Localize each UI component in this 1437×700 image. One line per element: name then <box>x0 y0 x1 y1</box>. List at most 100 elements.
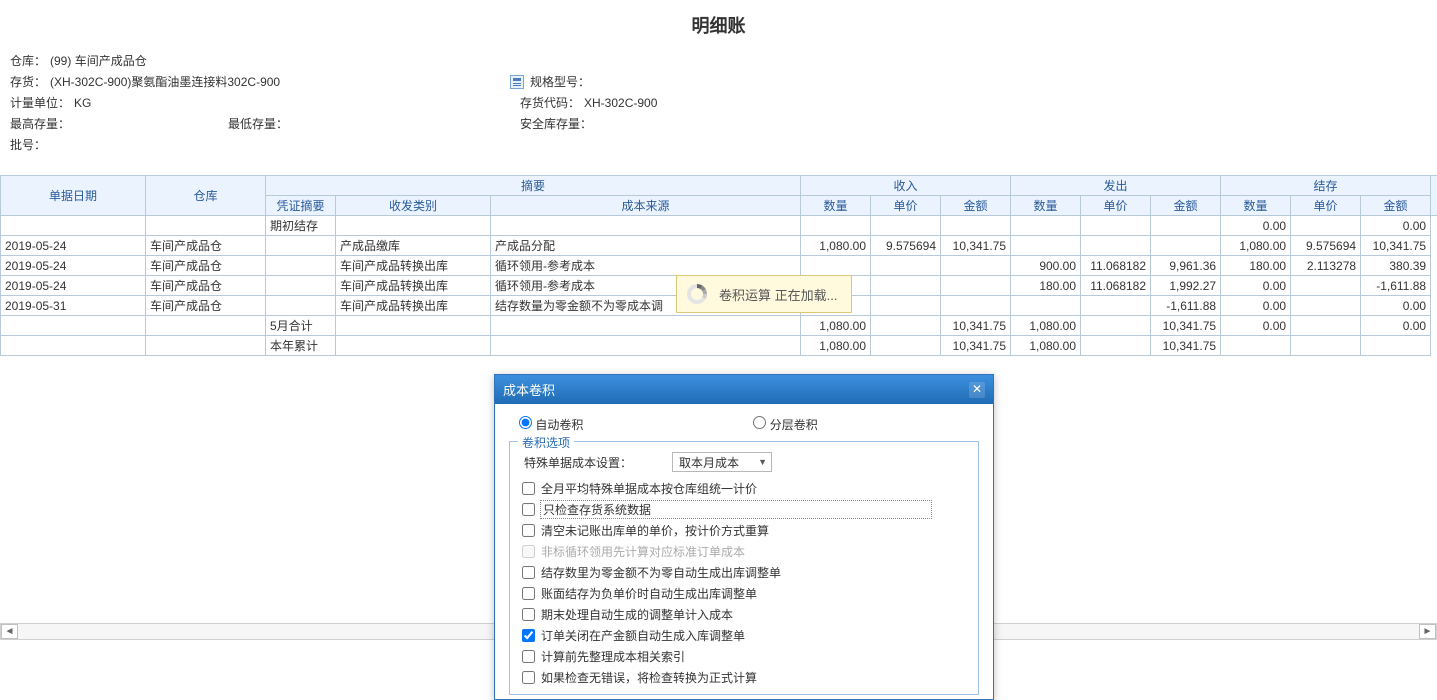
option-row-9[interactable]: 如果检查无错误，将检查转换为正式计算 <box>522 667 966 688</box>
cell-bala[interactable]: 0.00 <box>1361 296 1431 316</box>
cell-balp[interactable]: 9.575694 <box>1291 236 1361 256</box>
option-checkbox-5[interactable] <box>522 587 535 600</box>
cell-balq[interactable] <box>1221 336 1291 356</box>
cell-inq[interactable]: 1,080.00 <box>801 236 871 256</box>
col-in-qty[interactable]: 数量 <box>801 196 871 216</box>
cell-ina[interactable]: 10,341.75 <box>941 316 1011 336</box>
option-row-7[interactable]: 订单关闭在产金额自动生成入库调整单 <box>522 625 966 646</box>
cell-vch[interactable] <box>266 296 336 316</box>
col-sendrecv[interactable]: 收发类别 <box>336 196 491 216</box>
radio-layer[interactable]: 分层卷积 <box>753 416 817 433</box>
cell-outa[interactable]: 1,992.27 <box>1151 276 1221 296</box>
col-out-amount[interactable]: 金额 <box>1151 196 1221 216</box>
cell-srt[interactable]: 产成品缴库 <box>336 236 491 256</box>
cell-src[interactable] <box>491 336 801 356</box>
cell-inq[interactable] <box>801 216 871 236</box>
cell-inp[interactable] <box>871 216 941 236</box>
cell-bala[interactable] <box>1361 336 1431 356</box>
col-bal-price[interactable]: 单价 <box>1291 196 1361 216</box>
cell-bala[interactable]: 380.39 <box>1361 256 1431 276</box>
cell-wh[interactable]: 车间产成品仓 <box>146 276 266 296</box>
cell-outp[interactable] <box>1081 236 1151 256</box>
cell-outp[interactable] <box>1081 336 1151 356</box>
cell-outp[interactable]: 11.068182 <box>1081 276 1151 296</box>
cell-vch[interactable] <box>266 276 336 296</box>
cell-date[interactable] <box>1 316 146 336</box>
col-in-amount[interactable]: 金额 <box>941 196 1011 216</box>
cell-inp[interactable] <box>871 296 941 316</box>
cell-date[interactable]: 2019-05-24 <box>1 256 146 276</box>
option-row-5[interactable]: 账面结存为负单价时自动生成出库调整单 <box>522 583 966 604</box>
cell-src[interactable]: 循环领用-参考成本 <box>491 256 801 276</box>
table-row[interactable]: 5月合计1,080.0010,341.751,080.0010,341.750.… <box>1 316 1437 336</box>
cell-outq[interactable] <box>1011 296 1081 316</box>
cell-balp[interactable] <box>1291 216 1361 236</box>
col-out-qty[interactable]: 数量 <box>1011 196 1081 216</box>
radio-auto[interactable]: 自动卷积 <box>519 416 583 433</box>
cell-date[interactable]: 2019-05-31 <box>1 296 146 316</box>
cell-inp[interactable] <box>871 276 941 296</box>
cell-wh[interactable]: 车间产成品仓 <box>146 256 266 276</box>
cell-outa[interactable] <box>1151 236 1221 256</box>
cell-srt[interactable]: 车间产成品转换出库 <box>336 256 491 276</box>
cell-outp[interactable] <box>1081 316 1151 336</box>
cell-bala[interactable]: -1,611.88 <box>1361 276 1431 296</box>
cell-inp[interactable] <box>871 336 941 356</box>
option-checkbox-1[interactable] <box>522 503 535 516</box>
ledger-grid[interactable]: 单据日期 仓库 摘要 收入 发出 结存 凭证摘要 收发类别 成本来源 数量 单价… <box>0 175 1437 356</box>
cell-bala[interactable]: 0.00 <box>1361 316 1431 336</box>
close-icon[interactable]: ✕ <box>969 382 985 398</box>
cost-rollup-dialog[interactable]: 成本卷积 ✕ 自动卷积 分层卷积 卷积选项 特殊单据成本设置： 取本月成本 ▼ … <box>494 374 994 700</box>
cell-wh[interactable]: 车间产成品仓 <box>146 296 266 316</box>
cell-balp[interactable] <box>1291 296 1361 316</box>
table-row[interactable]: 本年累计1,080.0010,341.751,080.0010,341.75 <box>1 336 1437 356</box>
cell-date[interactable] <box>1 336 146 356</box>
option-row-0[interactable]: 全月平均特殊单据成本按仓库组统一计价 <box>522 478 966 499</box>
cell-vch[interactable]: 期初结存 <box>266 216 336 236</box>
col-out-price[interactable]: 单价 <box>1081 196 1151 216</box>
cell-date[interactable]: 2019-05-24 <box>1 236 146 256</box>
col-voucher[interactable]: 凭证摘要 <box>266 196 336 216</box>
option-checkbox-2[interactable] <box>522 524 535 537</box>
cell-balq[interactable]: 1,080.00 <box>1221 236 1291 256</box>
colgroup-out[interactable]: 发出 <box>1011 176 1221 196</box>
option-checkbox-4[interactable] <box>522 566 535 579</box>
cell-balq[interactable]: 0.00 <box>1221 296 1291 316</box>
cell-ina[interactable]: 10,341.75 <box>941 236 1011 256</box>
cell-ina[interactable] <box>941 256 1011 276</box>
colgroup-in[interactable]: 收入 <box>801 176 1011 196</box>
cell-outa[interactable]: 10,341.75 <box>1151 316 1221 336</box>
cell-bala[interactable]: 10,341.75 <box>1361 236 1431 256</box>
cell-outq[interactable]: 1,080.00 <box>1011 336 1081 356</box>
cell-wh[interactable] <box>146 336 266 356</box>
cell-wh[interactable] <box>146 316 266 336</box>
cell-srt[interactable] <box>336 316 491 336</box>
cell-vch[interactable] <box>266 236 336 256</box>
cell-inq[interactable]: 1,080.00 <box>801 316 871 336</box>
cell-vch[interactable]: 本年累计 <box>266 336 336 356</box>
cell-balp[interactable] <box>1291 276 1361 296</box>
option-row-8[interactable]: 计算前先整理成本相关索引 <box>522 646 966 667</box>
cell-date[interactable]: 2019-05-24 <box>1 276 146 296</box>
cell-inp[interactable] <box>871 256 941 276</box>
cell-outa[interactable] <box>1151 216 1221 236</box>
cell-ina[interactable]: 10,341.75 <box>941 336 1011 356</box>
cell-srt[interactable] <box>336 336 491 356</box>
option-checkbox-6[interactable] <box>522 608 535 621</box>
cell-outq[interactable]: 180.00 <box>1011 276 1081 296</box>
cell-inp[interactable]: 9.575694 <box>871 236 941 256</box>
cell-wh[interactable] <box>146 216 266 236</box>
cell-bala[interactable]: 0.00 <box>1361 216 1431 236</box>
cell-outq[interactable]: 1,080.00 <box>1011 316 1081 336</box>
cell-wh[interactable]: 车间产成品仓 <box>146 236 266 256</box>
option-row-6[interactable]: 期末处理自动生成的调整单计入成本 <box>522 604 966 625</box>
col-date[interactable]: 单据日期 <box>1 176 146 216</box>
col-costsrc[interactable]: 成本来源 <box>491 196 801 216</box>
option-checkbox-8[interactable] <box>522 650 535 663</box>
scroll-right-icon[interactable]: ► <box>1419 624 1436 639</box>
option-checkbox-9[interactable] <box>522 671 535 684</box>
option-checkbox-7[interactable] <box>522 629 535 642</box>
cell-balq[interactable]: 0.00 <box>1221 216 1291 236</box>
scroll-left-icon[interactable]: ◄ <box>1 624 18 639</box>
cell-src[interactable] <box>491 316 801 336</box>
